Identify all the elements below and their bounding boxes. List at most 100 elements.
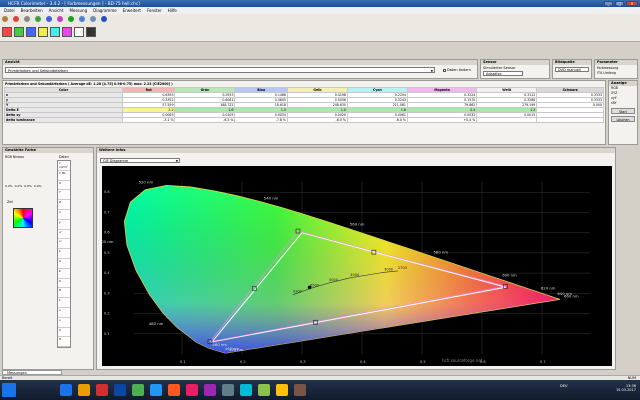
menu-item-6[interactable]: Fenster — [147, 8, 162, 13]
daten-list-item[interactable]: H — [58, 288, 70, 299]
grid-icon[interactable] — [90, 16, 96, 22]
taskbar-app-icon[interactable] — [78, 384, 90, 396]
x-tick-label: 0.7 — [540, 360, 546, 364]
daten-list-item[interactable]: H — [58, 337, 70, 348]
parameter-option-2[interactable]: ITU-Umfang — [595, 71, 637, 75]
menu-item-5[interactable]: Erweitert — [123, 8, 141, 13]
dots-icon[interactable] — [46, 16, 52, 22]
disc-icon[interactable] — [2, 16, 8, 22]
diagram-select[interactable]: CIE Diagramm ▼ — [100, 158, 180, 163]
taskbar-app-icon[interactable] — [96, 384, 108, 396]
wavelength-label: 520 nm — [139, 179, 154, 184]
daten-list-item[interactable]: L — [58, 249, 70, 259]
wavelength-label: 600 nm — [502, 273, 517, 278]
wavelength-label: 620 nm — [541, 286, 556, 291]
taskbar-app-icon[interactable] — [276, 384, 288, 396]
daten-list-item[interactable]: u' — [58, 230, 70, 240]
rgb-percents: 0.0% 0.0% 0.0% 0.0% — [5, 184, 42, 188]
menu-item-3[interactable]: Messung — [69, 8, 87, 13]
taskbar-app-icon[interactable] — [132, 384, 144, 396]
taskbar-app-icon[interactable] — [204, 384, 216, 396]
taskbar-app-icon[interactable] — [222, 384, 234, 396]
taskbar-app-icon[interactable] — [168, 384, 180, 396]
anzeige-option-sry[interactable]: sRY — [611, 101, 637, 106]
bildquelle-title: Bildquelle — [553, 60, 591, 65]
taskbar-app-icon[interactable] — [240, 384, 252, 396]
yellow-square-icon[interactable] — [38, 27, 48, 37]
menu-item-7[interactable]: Hilfe — [168, 8, 177, 13]
daten-list-item[interactable]: x — [58, 210, 70, 220]
percent-value: 0.0% — [5, 184, 13, 188]
daten-list-item[interactable]: C — [58, 279, 70, 289]
menu-item-0[interactable]: Datei — [4, 8, 15, 13]
daten-list-item[interactable]: L — [58, 298, 70, 308]
wavelength-label: 580 nm — [434, 250, 449, 255]
green-square-icon[interactable] — [14, 27, 24, 37]
y-tick-label: 0.6 — [104, 231, 110, 235]
parameter-panel: Parameter Farbmessung ITU-Umfang — [594, 59, 638, 79]
row-label: delta luminance — [3, 117, 124, 123]
daten-checkbox-row[interactable]: Daten ändern — [443, 68, 471, 72]
wavelength-label: 560 nm — [350, 222, 365, 227]
anzeige-panel: Anzeige RGB XYZ xyY sRY Start Löschen — [608, 80, 638, 145]
checkbox-icon[interactable] — [443, 68, 446, 72]
taskbar-app-icon[interactable] — [186, 384, 198, 396]
bildquelle-select[interactable]: DVD manuell — [555, 67, 589, 72]
daten-list-item[interactable]: u — [58, 308, 70, 318]
y-tick-label: 0.2 — [104, 312, 110, 316]
wavelength-label: 480 nm — [149, 321, 164, 326]
daten-list-item[interactable]: v' — [58, 239, 70, 250]
minimize-button[interactable]: _ — [604, 1, 613, 6]
windows-start-icon[interactable] — [2, 383, 16, 397]
daten-list-item[interactable]: Y — [58, 190, 70, 201]
taskbar-clock[interactable]: 13:36 15.03.2017 — [608, 384, 636, 392]
menu-item-2[interactable]: Ansicht — [49, 8, 64, 13]
daten-list-item[interactable]: X — [58, 181, 70, 191]
ansicht-title: Ansicht — [3, 60, 477, 65]
daten-list-item[interactable]: a — [58, 259, 70, 269]
taskbar-app-icon[interactable] — [294, 384, 306, 396]
red-square-icon[interactable] — [2, 27, 12, 37]
percent-value: 0.0% — [24, 184, 32, 188]
sensor-mode-select[interactable]: Adaptive — [483, 71, 523, 76]
grey-icon[interactable] — [24, 16, 30, 22]
sensor-panel: Sensor Simulierter Sensor Adaptive — [480, 59, 550, 79]
maximize-button[interactable]: □ — [615, 1, 624, 6]
daten-list-item[interactable]: v — [58, 318, 70, 328]
cie-chart: 2700 3000 4000 5000 6500 9300 520 nm 540 nm 560 … — [102, 166, 612, 366]
taskbar-app-icon[interactable] — [150, 384, 162, 396]
colorwheel-icon[interactable] — [13, 16, 19, 22]
rgb-icon[interactable] — [35, 16, 41, 22]
menu-item-1[interactable]: Bearbeiten — [21, 8, 43, 13]
cmy-icon[interactable] — [57, 16, 63, 22]
window-icon[interactable] — [79, 16, 85, 22]
daten-list-item[interactable]: Z — [58, 200, 70, 210]
daten-list-item[interactable]: b — [58, 269, 70, 279]
help-icon[interactable] — [101, 16, 107, 22]
magenta-square-icon[interactable] — [62, 27, 72, 37]
play-icon[interactable] — [68, 16, 74, 22]
chevron-down-icon: ▼ — [430, 69, 433, 73]
daten-list-item[interactable]: Y cd/m² — [58, 161, 70, 171]
blue-square-icon[interactable] — [26, 27, 36, 37]
cyan-square-icon[interactable] — [50, 27, 60, 37]
white-square-icon[interactable] — [74, 27, 84, 37]
daten-list-item[interactable]: y — [58, 220, 70, 230]
ansicht-select[interactable]: Primärfarben und Sekundärfarben ▼ — [5, 67, 435, 73]
taskbar-language[interactable]: DEU — [560, 384, 567, 388]
black-square-icon[interactable] — [86, 27, 96, 37]
taskbar-app-icon[interactable] — [60, 384, 72, 396]
daten-list: Y cd/m² Y ftL X Y Zx y u' v' La b C H Lu v C H — [57, 160, 71, 349]
menu-item-4[interactable]: Diagramme — [93, 8, 117, 13]
selected-color-panel: Gewählte Farbe RGB Niveau 0.0% 0.0% 0.0% 0.… — [2, 147, 94, 370]
start-button[interactable]: Start — [611, 108, 635, 114]
daten-list-item[interactable]: Y ftL — [58, 171, 70, 181]
close-button[interactable]: ✕ — [626, 1, 638, 6]
ziel-label: Ziel — [7, 200, 13, 204]
daten-list-item[interactable]: C — [58, 328, 70, 338]
y-tick-label: 0.7 — [104, 210, 110, 214]
taskbar-app-icon[interactable] — [258, 384, 270, 396]
taskbar-app-icon[interactable] — [114, 384, 126, 396]
delete-button[interactable]: Löschen — [611, 116, 635, 122]
toolbar — [0, 14, 640, 42]
